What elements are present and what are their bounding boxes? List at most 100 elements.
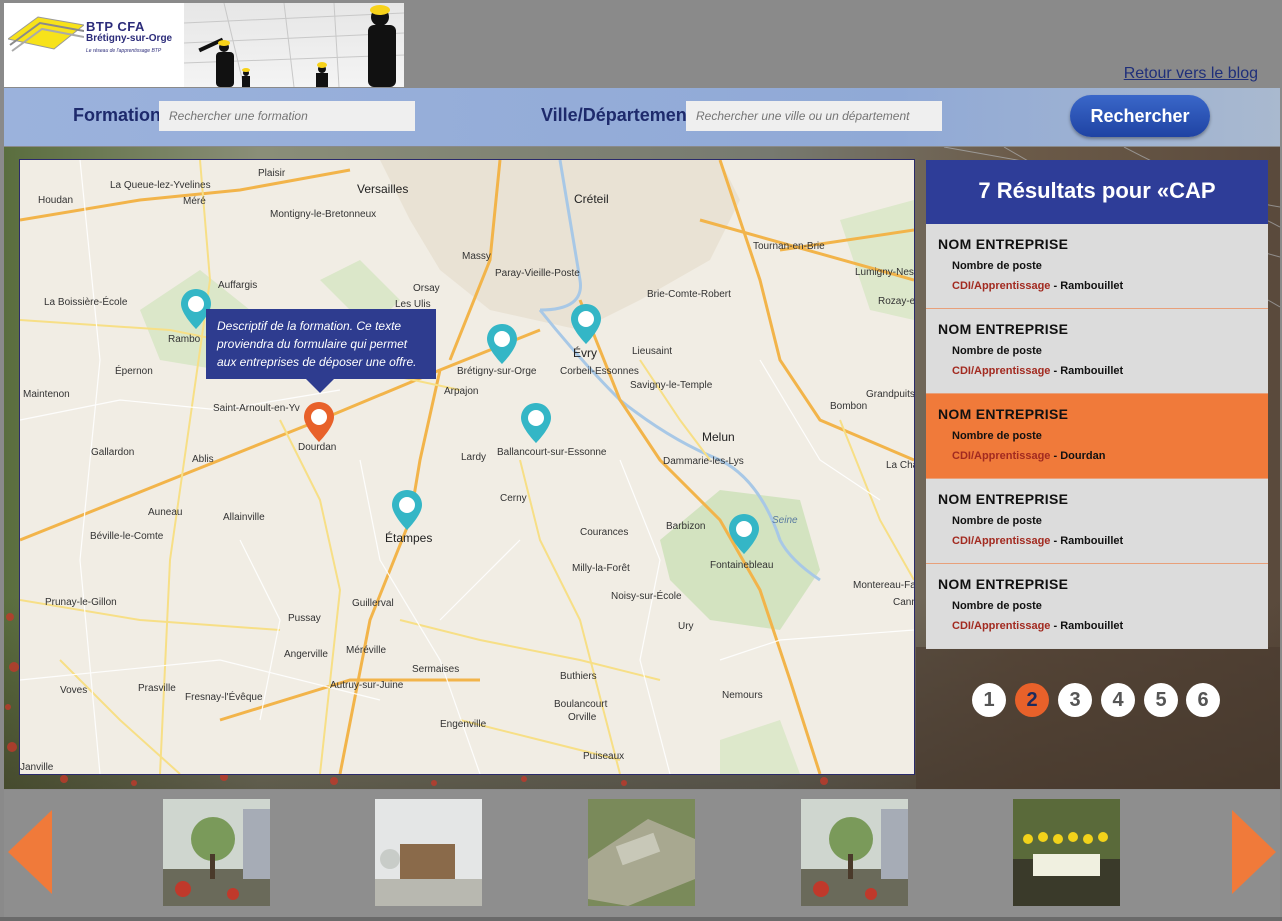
map-label-saint-arnoult: Saint-Arnoult-en-Yv xyxy=(213,403,300,414)
back-to-blog-link[interactable]: Retour vers le blog xyxy=(1124,65,1258,83)
result-item-selected[interactable]: NOM ENTREPRISE Nombre de poste CDI/Appre… xyxy=(926,394,1268,479)
map-label-la-chape: La Chape xyxy=(886,460,914,471)
carousel-thumb-aerial-view[interactable] xyxy=(588,799,695,906)
carousel-prev-arrow-icon[interactable] xyxy=(8,810,52,894)
map-label-lumigny: Lumigny-Nes xyxy=(855,267,914,278)
company-city: Rambouillet xyxy=(1060,365,1124,377)
result-item[interactable]: NOM ENTREPRISE Nombre de poste CDI/Appre… xyxy=(926,564,1268,648)
contract-separator: - xyxy=(1050,535,1061,547)
pin-dourdan[interactable] xyxy=(302,400,336,444)
ville-search-input[interactable] xyxy=(686,101,942,131)
map-label-milly: Milly-la-Forêt xyxy=(572,563,630,574)
map-label-bretigny: Brétigny-sur-Orge xyxy=(457,366,537,377)
map-label-janville: Janville xyxy=(20,762,54,773)
map-label-orsay: Orsay xyxy=(413,283,440,294)
carousel-thumb-group-photo[interactable] xyxy=(1013,799,1120,906)
map-label-cann: Cann xyxy=(893,597,915,608)
map-view[interactable]: Plaisir Versailles Créteil La Queue-lez-… xyxy=(19,159,915,775)
contract-line: CDI/Apprentissage - Rambouillet xyxy=(952,535,1123,547)
map-label-arpajon: Arpajon xyxy=(444,386,479,397)
map-label-tournan: Tournan-en-Brie xyxy=(753,241,825,252)
company-name: NOM ENTREPRISE xyxy=(938,406,1069,422)
logo-subtitle: Brétigny-sur-Orge xyxy=(86,33,173,44)
map-label-rambo: Rambo xyxy=(168,334,201,345)
result-item[interactable]: NOM ENTREPRISE Nombre de poste CDI/Appre… xyxy=(926,309,1268,394)
map-label-maintenon: Maintenon xyxy=(23,389,70,400)
map-label-noisy: Noisy-sur-École xyxy=(611,591,682,602)
logo-title: BTP CFA xyxy=(86,19,145,34)
company-city: Rambouillet xyxy=(1060,535,1124,547)
map-label-buthiers: Buthiers xyxy=(560,671,597,682)
map-label-auneau: Auneau xyxy=(148,507,183,518)
carousel-thumb-garden-plaza-2[interactable] xyxy=(801,799,908,906)
contract-type: CDI/Apprentissage xyxy=(952,450,1051,462)
map-label-seine: Seine xyxy=(772,515,798,526)
map-label-cerny: Cerny xyxy=(500,493,527,504)
post-count: Nombre de poste xyxy=(952,430,1042,442)
site-logo[interactable]: BTP CFA Brétigny-sur-Orge Le réseau de l… xyxy=(4,3,404,87)
map-label-la-queue: La Queue-lez-Yvelines xyxy=(110,180,211,191)
page-3-button[interactable]: 3 xyxy=(1058,683,1092,717)
company-city: Rambouillet xyxy=(1060,620,1124,632)
formation-label: Formation : xyxy=(73,105,172,125)
map-label-rozay: Rozay-e xyxy=(878,296,915,307)
map-label-evry: Évry xyxy=(573,346,597,360)
pin-bretigny[interactable] xyxy=(485,322,519,366)
contract-line: CDI/Apprentissage - Rambouillet xyxy=(952,365,1123,377)
pin-evry[interactable] xyxy=(569,302,603,346)
map-label-creteil: Créteil xyxy=(574,192,609,206)
contract-separator: - xyxy=(1050,620,1061,632)
result-item[interactable]: NOM ENTREPRISE Nombre de poste CDI/Appre… xyxy=(926,479,1268,564)
map-label-allainville: Allainville xyxy=(223,512,265,523)
company-name: NOM ENTREPRISE xyxy=(938,236,1069,252)
result-item[interactable]: NOM ENTREPRISE Nombre de poste CDI/Appre… xyxy=(926,224,1268,309)
map-label-montereau: Montereau-Fa xyxy=(853,580,915,591)
map-label-guillerval: Guillerval xyxy=(352,598,394,609)
contract-line: CDI/Apprentissage - Rambouillet xyxy=(952,620,1123,632)
carousel-next-arrow-icon[interactable] xyxy=(1232,810,1276,894)
map-label-beville: Béville-le-Comte xyxy=(90,531,164,542)
map-label-pussay: Pussay xyxy=(288,613,321,624)
map-tooltip: Descriptif de la formation. Ce texte pro… xyxy=(206,309,436,393)
company-city: Rambouillet xyxy=(1060,280,1124,292)
formation-search-input[interactable] xyxy=(159,101,415,131)
post-count: Nombre de poste xyxy=(952,260,1042,272)
company-name: NOM ENTREPRISE xyxy=(938,491,1069,507)
logo-photo-workers xyxy=(183,3,404,87)
map-label-mere: Méré xyxy=(183,196,206,207)
map-label-engenville: Engenville xyxy=(440,719,487,730)
page-5-button[interactable]: 5 xyxy=(1144,683,1178,717)
map-label-grandpuits: Grandpuits xyxy=(866,389,915,400)
map-label-versailles: Versailles xyxy=(357,182,409,196)
map-label-brie: Brie-Comte-Robert xyxy=(647,289,731,300)
pin-etampes[interactable] xyxy=(390,488,424,532)
page-2-button[interactable]: 2 xyxy=(1015,683,1049,717)
carousel-thumb-building-render[interactable] xyxy=(375,799,482,906)
map-label-fontainebleau: Fontainebleau xyxy=(710,560,774,571)
map-label-boissiere: La Boissière-École xyxy=(44,297,128,308)
map-label-melun: Melun xyxy=(702,430,735,444)
map-label-orville: Orville xyxy=(568,712,597,723)
map-label-voves: Voves xyxy=(60,685,88,696)
carousel-thumb-garden-plaza[interactable] xyxy=(163,799,270,906)
post-count: Nombre de poste xyxy=(952,515,1042,527)
map-label-mereville: Méréville xyxy=(346,645,387,656)
page-1-button[interactable]: 1 xyxy=(972,683,1006,717)
map-label-ury: Ury xyxy=(678,621,694,632)
map-label-prunay: Prunay-le-Gillon xyxy=(45,597,117,608)
map-label-barbizon: Barbizon xyxy=(666,521,706,532)
pin-fontainebleau[interactable] xyxy=(727,512,761,556)
company-city: Dourdan xyxy=(1060,450,1106,462)
contract-separator: - xyxy=(1050,365,1061,377)
pin-ballancourt[interactable] xyxy=(519,401,553,445)
ville-label: Ville/Département : xyxy=(541,105,704,125)
page-4-button[interactable]: 4 xyxy=(1101,683,1135,717)
page-6-button[interactable]: 6 xyxy=(1186,683,1220,717)
map-label-paray: Paray-Vieille-Poste xyxy=(495,268,580,279)
search-button[interactable]: Rechercher xyxy=(1070,95,1210,137)
map-label-lardy: Lardy xyxy=(461,452,487,463)
contract-separator: - xyxy=(1050,450,1061,462)
map-label-plaisir: Plaisir xyxy=(258,168,286,179)
map-label-autruy: Autruy-sur-Juine xyxy=(330,680,404,691)
map-label-ablis: Ablis xyxy=(192,454,214,465)
